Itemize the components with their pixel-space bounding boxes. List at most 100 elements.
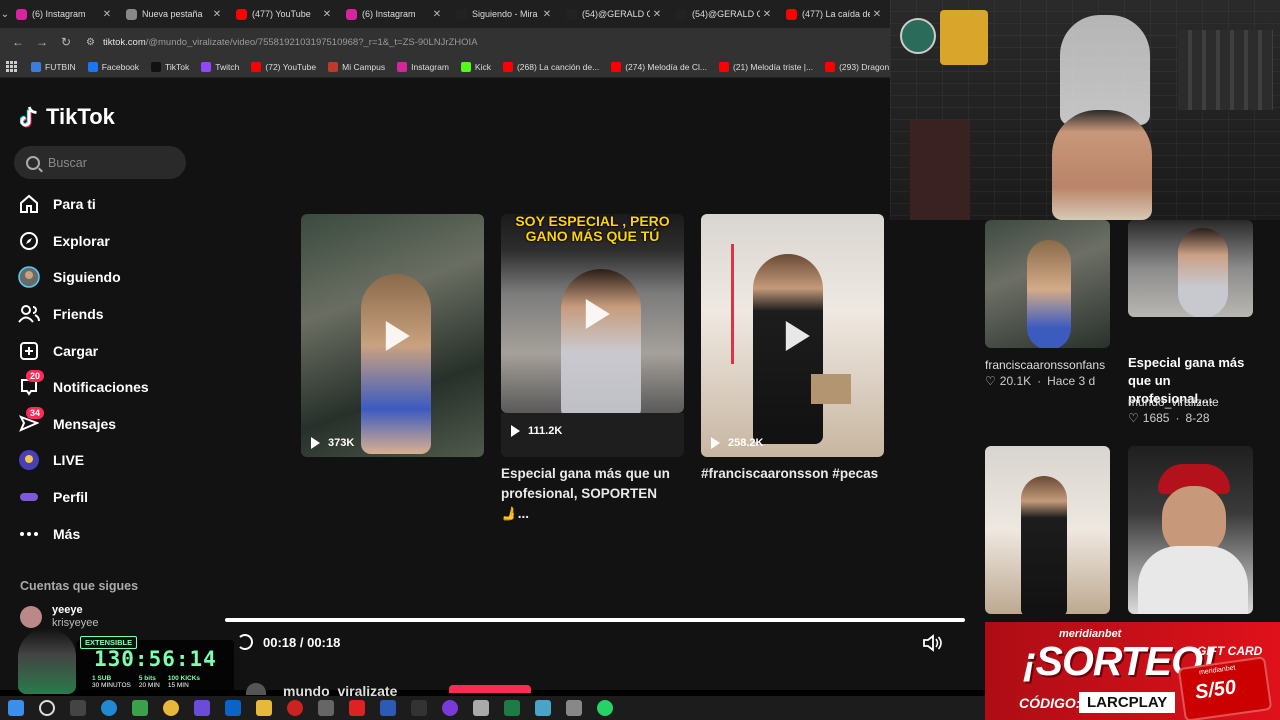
- close-icon[interactable]: ✕: [210, 9, 224, 20]
- bookmark[interactable]: (72) YouTube: [251, 61, 316, 72]
- browser-tab[interactable]: (54)@GERALD OF✕: [560, 0, 670, 28]
- browser-tab[interactable]: (477) YouTube ✕: [230, 0, 340, 28]
- tab-search-icon[interactable]: ⌄: [0, 0, 10, 28]
- search-placeholder: Buscar: [48, 155, 87, 170]
- video-card-2-footer: 111.2K: [501, 413, 684, 457]
- bookmark[interactable]: Instagram: [397, 61, 449, 72]
- browser-tab[interactable]: (477) La caída de ✕: [780, 0, 890, 28]
- bookmark-favicon-icon: [397, 61, 408, 72]
- app-g-icon[interactable]: [411, 700, 427, 716]
- bookmark[interactable]: (268) La canción de...: [502, 61, 599, 72]
- sidebar-item-m-s[interactable]: Más: [18, 515, 188, 552]
- windows-taskbar: [0, 696, 985, 720]
- notification-badge: 20: [26, 370, 45, 383]
- play-count-icon: [711, 437, 720, 449]
- file-explorer-icon[interactable]: [256, 700, 272, 716]
- browser-tab[interactable]: (6) Instagram ✕: [340, 0, 450, 28]
- bookmark[interactable]: Mi Campus: [328, 61, 385, 72]
- play-count-icon: [511, 425, 520, 437]
- streamer-webcam: [890, 0, 1280, 220]
- sidebar-item-siguiendo[interactable]: Siguiendo: [18, 259, 188, 296]
- sidebar-item-label: Siguiendo: [53, 269, 121, 286]
- app-blue-icon[interactable]: [535, 700, 551, 716]
- apps-grid-icon[interactable]: [6, 60, 17, 73]
- browser-tab[interactable]: (54)@GERALD OF✕: [670, 0, 780, 28]
- outlook-icon[interactable]: [225, 700, 241, 716]
- browser-tab[interactable]: Siguiendo - Mira ✕: [450, 0, 560, 28]
- store-icon[interactable]: [132, 700, 148, 716]
- bookmark[interactable]: Facebook: [87, 61, 139, 72]
- replay-icon[interactable]: [237, 634, 253, 650]
- browser-tab[interactable]: Nueva pestaña ✕: [120, 0, 230, 28]
- recommended-thumbnail-4[interactable]: [1128, 446, 1253, 614]
- bookmark[interactable]: TikTok: [151, 61, 189, 72]
- tab-title: Siguiendo - Mira: [472, 9, 538, 19]
- bookmark[interactable]: (274) Melodía de Cl...: [611, 61, 707, 72]
- sidebar-item-notificaciones[interactable]: 20 Notificaciones: [18, 369, 188, 406]
- tab-favicon-icon: [456, 8, 467, 20]
- recommended-author-2[interactable]: mundo_viralizate: [1128, 393, 1219, 411]
- close-icon[interactable]: ✕: [430, 9, 444, 20]
- bookmark-favicon-icon: [251, 61, 262, 72]
- tab-title: Nueva pestaña: [142, 9, 203, 19]
- sidebar-item-explorar[interactable]: Explorar: [18, 223, 188, 260]
- volume-icon[interactable]: [922, 634, 942, 652]
- close-icon[interactable]: ✕: [100, 9, 114, 20]
- search-input[interactable]: Buscar: [14, 146, 186, 179]
- windows-start-icon[interactable]: [8, 700, 24, 716]
- video-progress-bar[interactable]: [225, 618, 965, 622]
- tiktok-logo[interactable]: TikTok: [20, 104, 115, 130]
- recommended-thumbnail-2[interactable]: [1128, 220, 1253, 317]
- sidebar-item-mensajes[interactable]: 34 Mensajes: [18, 406, 188, 443]
- sidebar-item-friends[interactable]: Friends: [18, 296, 188, 333]
- bookmark[interactable]: Twitch: [201, 61, 239, 72]
- calculator-icon[interactable]: [566, 700, 582, 716]
- recommended-thumbnail-3[interactable]: [985, 446, 1110, 614]
- recommended-author-1[interactable]: franciscaaronssonfans: [985, 356, 1105, 374]
- browser-tab[interactable]: (6) Instagram ✕: [10, 0, 120, 28]
- video-title-3[interactable]: #franciscaaronsson #pecas: [701, 464, 887, 484]
- word-icon[interactable]: [380, 700, 396, 716]
- sidebar-item-cargar[interactable]: Cargar: [18, 332, 188, 369]
- video-card-2[interactable]: SOY ESPECIAL , PERO GANO MÁS QUE TÚ: [501, 214, 684, 413]
- back-icon[interactable]: ←: [6, 31, 30, 53]
- bookmark[interactable]: FUTBIN: [31, 61, 76, 72]
- whatsapp-icon[interactable]: [597, 700, 613, 716]
- search-icon[interactable]: [39, 700, 55, 716]
- excel-icon[interactable]: [504, 700, 520, 716]
- address-bar[interactable]: ⚙ tiktok.com /@mundo_viralizate/video/75…: [78, 31, 884, 53]
- recommended-thumbnail-1[interactable]: [985, 220, 1110, 348]
- video-card-3[interactable]: 258.2K: [701, 214, 884, 457]
- sidebar-item-live[interactable]: LIVE: [18, 442, 188, 479]
- sidebar-item-para-ti[interactable]: Para ti: [18, 186, 188, 223]
- streamer: [1052, 110, 1152, 220]
- app-purple-icon[interactable]: [442, 700, 458, 716]
- site-info-icon[interactable]: ⚙: [86, 37, 95, 48]
- task-view-icon[interactable]: [70, 700, 86, 716]
- forward-icon[interactable]: →: [30, 31, 54, 53]
- edge-icon[interactable]: [101, 700, 117, 716]
- follow-button[interactable]: [449, 685, 531, 693]
- bookmark[interactable]: Kick: [460, 61, 491, 72]
- close-icon[interactable]: ✕: [540, 9, 554, 20]
- play-icon: [785, 320, 810, 351]
- close-icon[interactable]: ✕: [650, 9, 664, 20]
- tab-title: (477) YouTube: [252, 9, 311, 19]
- bookmark[interactable]: (21) Melodía triste |...: [718, 61, 813, 72]
- app-grey-icon[interactable]: [473, 700, 489, 716]
- video-card-1[interactable]: 373K: [301, 214, 484, 457]
- author-avatar[interactable]: [246, 683, 266, 695]
- mascot-avatar: [18, 628, 76, 694]
- copilot-icon[interactable]: [194, 700, 210, 716]
- chrome-icon[interactable]: [163, 700, 179, 716]
- close-icon[interactable]: ✕: [760, 9, 774, 20]
- app-red-icon[interactable]: [349, 700, 365, 716]
- video-title-2[interactable]: Especial gana más que un profesional, SO…: [501, 464, 687, 524]
- obs-icon[interactable]: [287, 700, 303, 716]
- sidebar-item-perfil[interactable]: Perfil: [18, 479, 188, 516]
- reload-icon[interactable]: ↻: [54, 31, 78, 53]
- close-icon[interactable]: ✕: [870, 9, 884, 20]
- app-icon[interactable]: [318, 700, 334, 716]
- video-caption-overlay: SOY ESPECIAL , PERO GANO MÁS QUE TÚ: [515, 214, 670, 244]
- close-icon[interactable]: ✕: [320, 9, 334, 20]
